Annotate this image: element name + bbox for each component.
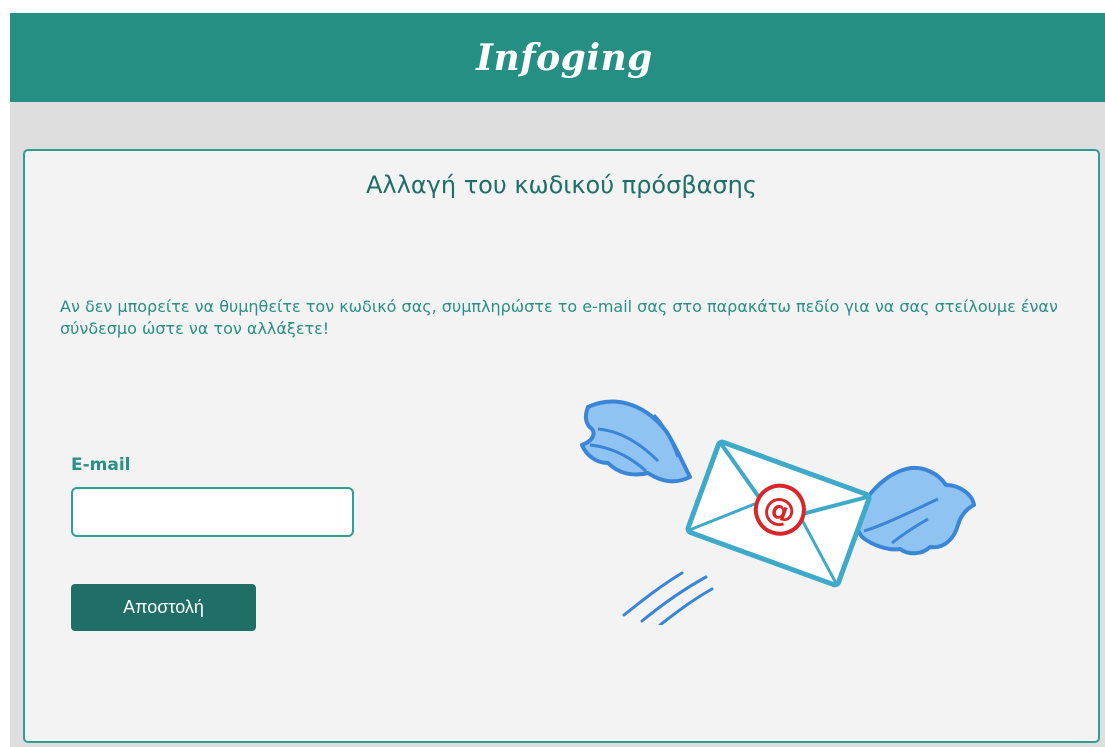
page: Infoging Αλλαγή του κωδικού πρόσβασης Αν… bbox=[0, 0, 1105, 747]
email-label: E-mail bbox=[71, 455, 131, 475]
header-bar: Infoging bbox=[10, 13, 1105, 102]
right-wing-icon bbox=[850, 466, 976, 556]
brand-logo[interactable]: Infoging bbox=[476, 37, 653, 79]
envelope-icon: @ bbox=[685, 439, 872, 588]
page-title: Αλλαγή του κωδικού πρόσβασης bbox=[366, 171, 757, 199]
email-field[interactable] bbox=[71, 487, 354, 537]
submit-button[interactable]: Αποστολή bbox=[71, 584, 256, 631]
instructions-text: Αν δεν μπορείτε να θυμηθείτε τον κωδικό … bbox=[60, 297, 1058, 338]
left-wing-icon bbox=[580, 399, 692, 484]
reset-password-card: Αλλαγή του κωδικού πρόσβασης Αν δεν μπορ… bbox=[23, 149, 1100, 743]
flying-envelope-icon: @ bbox=[580, 399, 976, 625]
speed-lines-icon bbox=[622, 571, 714, 625]
